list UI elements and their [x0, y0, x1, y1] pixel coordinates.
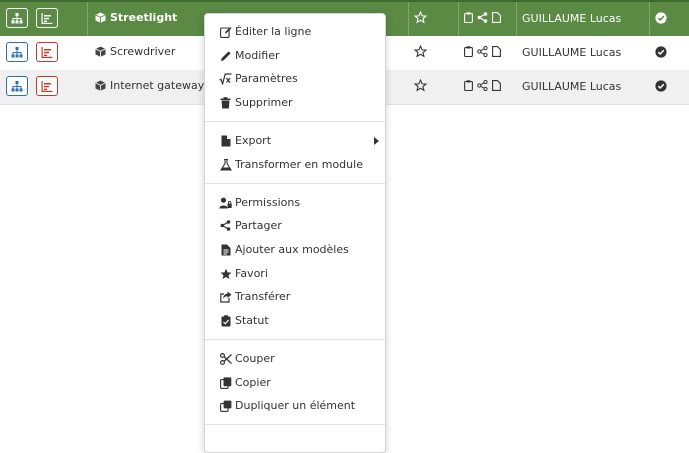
menu-item-add-templates[interactable]: Ajouter aux modèles — [205, 239, 385, 261]
cube-icon — [95, 12, 106, 23]
menu-item-permissions[interactable]: Permissions — [205, 192, 385, 214]
chart-button[interactable] — [36, 42, 58, 62]
menu-item-label: Copier — [235, 376, 271, 389]
clipboard-check-icon — [219, 314, 232, 327]
pencil-icon — [219, 49, 232, 62]
row-name[interactable]: Screwdriver — [95, 45, 175, 58]
chart-icon — [41, 12, 53, 24]
chart-icon — [41, 80, 53, 92]
menu-item-share[interactable]: Partager — [205, 215, 385, 237]
menu-item-favorite[interactable]: Favori — [205, 263, 385, 285]
row-tools — [464, 12, 501, 23]
clipboard-icon[interactable] — [464, 12, 473, 23]
scissors-icon — [219, 352, 232, 365]
favorite-star-icon[interactable] — [413, 10, 428, 27]
square-root-icon — [219, 72, 232, 85]
share-icon[interactable] — [477, 46, 488, 57]
menu-item-label: Transférer — [235, 290, 291, 303]
menu-item-label: Export — [235, 134, 272, 147]
column-divider — [458, 2, 459, 36]
menu-item-label: Éditer la ligne — [235, 25, 312, 38]
menu-item-label: Partager — [235, 219, 282, 232]
file-icon[interactable] — [492, 12, 501, 23]
file-export-icon — [219, 134, 232, 147]
star-icon — [219, 267, 232, 280]
file-icon[interactable] — [492, 80, 501, 91]
menu-item-delete[interactable]: Supprimer — [205, 92, 385, 114]
owner-name: GUILLAUME Lucas — [522, 46, 622, 59]
chart-button[interactable] — [36, 8, 58, 28]
row-tools — [464, 46, 501, 57]
row-name-label: Internet gateway — [110, 79, 205, 92]
user-lock-icon — [219, 196, 232, 209]
file-alt-icon — [219, 243, 232, 256]
row-name-label: Screwdriver — [110, 45, 176, 58]
menu-item-label: Dupliquer un élément — [235, 399, 356, 412]
chart-button[interactable] — [36, 76, 58, 96]
trash-icon — [219, 96, 232, 109]
menu-item-label: Favori — [235, 267, 268, 280]
menu-item-label: Modifier — [235, 49, 280, 62]
hierarchy-icon — [11, 12, 23, 23]
hierarchy-icon — [11, 46, 23, 57]
menu-item-export[interactable]: Export — [205, 130, 385, 152]
cube-icon — [95, 46, 106, 57]
favorite-star-icon[interactable] — [413, 78, 428, 95]
menu-item-label: Transformer en module — [235, 158, 363, 171]
favorite-star-icon[interactable] — [413, 44, 428, 61]
menu-item-modify[interactable]: Modifier — [205, 45, 385, 67]
status-check-icon — [655, 46, 667, 61]
menu-item-label: Statut — [235, 314, 269, 327]
clone-icon — [219, 399, 232, 412]
file-icon[interactable] — [492, 46, 501, 57]
menu-item-cut[interactable]: Couper — [205, 348, 385, 370]
owner-name: GUILLAUME Lucas — [522, 12, 622, 25]
edit-square-icon — [219, 25, 232, 38]
hierarchy-button[interactable] — [6, 76, 28, 96]
row-name[interactable]: Streetlight — [95, 11, 177, 24]
row-name[interactable]: Internet gateway — [95, 79, 204, 92]
menu-divider — [205, 424, 385, 425]
clipboard-icon[interactable] — [464, 80, 473, 91]
menu-item-status[interactable]: Statut — [205, 310, 385, 332]
row-tools — [464, 80, 501, 91]
column-divider — [516, 2, 517, 36]
context-menu: Éditer la ligne Modifier Paramètres Supp… — [204, 13, 386, 453]
menu-item-transfer[interactable]: Transférer — [205, 286, 385, 308]
menu-item-parameters[interactable]: Paramètres — [205, 68, 385, 90]
menu-item-copy[interactable]: Copier — [205, 372, 385, 394]
menu-item-edit-row[interactable]: Éditer la ligne — [205, 21, 385, 43]
copy-icon — [219, 376, 232, 389]
row-name-label: Streetlight — [110, 11, 178, 24]
menu-item-label: Couper — [235, 352, 275, 365]
share-icon — [219, 219, 232, 232]
menu-item-transform-module[interactable]: Transformer en module — [205, 154, 385, 176]
menu-item-label: Supprimer — [235, 96, 293, 109]
menu-item-label: Ajouter aux modèles — [235, 243, 349, 256]
share-icon[interactable] — [477, 12, 488, 23]
column-divider — [408, 2, 409, 36]
menu-item-duplicate[interactable]: Dupliquer un élément — [205, 395, 385, 417]
hierarchy-button[interactable] — [6, 8, 28, 28]
chart-icon — [41, 46, 53, 58]
flask-icon — [219, 158, 232, 171]
share-square-icon — [219, 290, 232, 303]
submenu-arrow-icon — [374, 137, 379, 145]
status-check-icon — [655, 80, 667, 95]
share-icon[interactable] — [477, 80, 488, 91]
menu-item-label: Paramètres — [235, 72, 298, 85]
menu-divider — [205, 339, 385, 340]
column-divider — [87, 2, 88, 36]
column-divider — [649, 2, 650, 36]
hierarchy-icon — [11, 80, 23, 91]
status-check-icon — [655, 12, 667, 27]
menu-divider — [205, 121, 385, 122]
clipboard-icon[interactable] — [464, 46, 473, 57]
hierarchy-button[interactable] — [6, 42, 28, 62]
menu-divider — [205, 183, 385, 184]
cube-icon — [95, 80, 106, 91]
menu-item-label: Permissions — [235, 196, 301, 209]
owner-name: GUILLAUME Lucas — [522, 80, 622, 93]
